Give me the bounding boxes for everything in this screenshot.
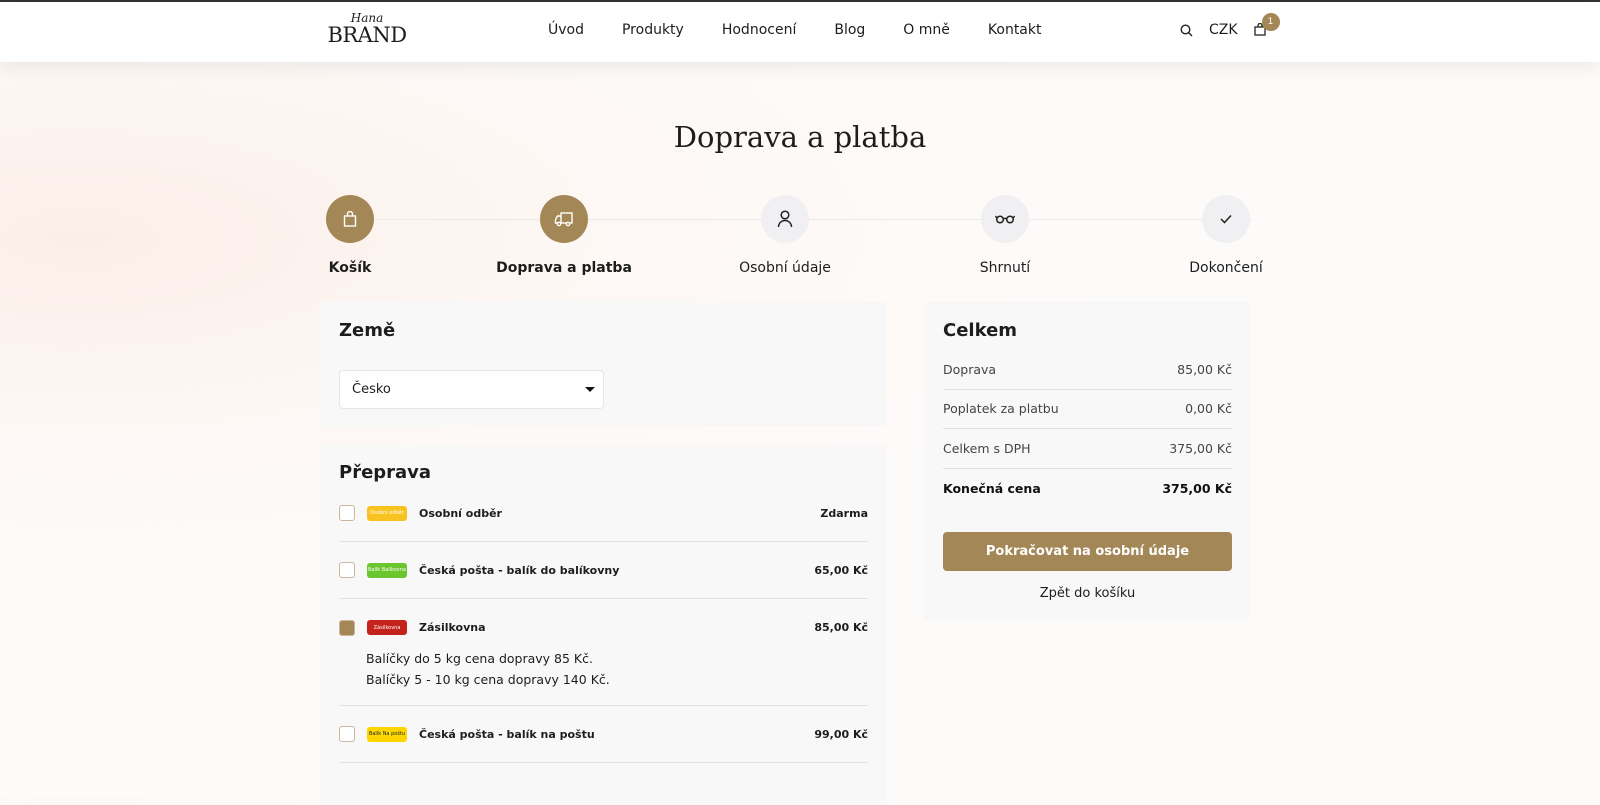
nav-uvod[interactable]: Úvod: [548, 22, 584, 38]
summary-card: Celkem Doprava 85,00 Kč Poplatek za platb…: [924, 302, 1250, 621]
balikovna-logo: Balík Balíkovna: [367, 562, 407, 578]
shipping-price: Zdarma: [820, 506, 868, 520]
zasilkovna-description: Balíčky do 5 kg cena dopravy 85 Kč. Balí…: [339, 648, 868, 706]
nav-hodnoceni[interactable]: Hodnocení: [722, 22, 797, 38]
nav-produkty[interactable]: Produkty: [622, 22, 684, 38]
shipping-price: 99,00 Kč: [814, 727, 868, 741]
site-header: Hana BRAND Úvod Produkty Hodnocení Blog …: [0, 2, 1600, 62]
step-label: Shrnutí: [979, 260, 1031, 276]
step-dokonceni[interactable]: Dokončení: [1146, 195, 1306, 276]
check-icon: [1220, 214, 1232, 224]
summary-row-celkem-dph: Celkem s DPH 375,00 Kč: [943, 429, 1232, 469]
shipping-checkbox[interactable]: [339, 505, 355, 521]
country-title: Země: [339, 320, 396, 341]
continue-button[interactable]: Pokračovat na osobní údaje: [943, 532, 1232, 571]
logo-brand: BRAND: [327, 23, 407, 47]
step-kosik[interactable]: Košík: [270, 195, 430, 276]
main-nav: Úvod Produkty Hodnocení Blog O mně Konta…: [548, 22, 1041, 38]
description-line: Balíčky 5 - 10 kg cena dopravy 140 Kč.: [366, 672, 610, 687]
shipping-name: Česká pošta - balík na poštu: [419, 727, 595, 741]
country-card: Země Česko: [320, 302, 887, 426]
nav-blog[interactable]: Blog: [834, 22, 865, 38]
checkout-steps: Košík Doprava a platba Osobní údaje Shrn…: [326, 195, 1276, 276]
shipping-price: 65,00 Kč: [814, 563, 868, 577]
shipping-option-zasilkovna[interactable]: Zásilkovna Zásilkovna 85,00 Kč: [339, 599, 868, 656]
shipping-name: Česká pošta - balík do balíkovny: [419, 563, 620, 577]
summary-title: Celkem: [943, 320, 1018, 341]
zasilkovna-logo: Zásilkovna: [367, 620, 407, 635]
summary-row-poplatek: Poplatek za platbu 0,00 Kč: [943, 390, 1232, 429]
search-icon[interactable]: [1180, 23, 1193, 37]
country-select[interactable]: Česko: [339, 370, 604, 409]
nav-kontakt[interactable]: Kontakt: [988, 22, 1042, 38]
back-to-cart-link[interactable]: Zpět do košíku: [943, 586, 1232, 601]
step-shrnuti[interactable]: Shrnutí: [925, 195, 1085, 276]
bag-icon: [343, 211, 357, 227]
shipping-price: 85,00 Kč: [814, 621, 868, 634]
shipping-option-balikovna[interactable]: Balík Balíkovna Česká pošta - balík do b…: [339, 542, 868, 599]
shipping-option-osobni-odber[interactable]: Osobní odběr Osobní odběr Zdarma: [339, 485, 868, 542]
step-doprava[interactable]: Doprava a platba: [484, 195, 644, 276]
step-label: Košík: [328, 260, 372, 276]
step-label: Dokončení: [1189, 260, 1263, 276]
summary-row-konecna-cena: Konečná cena 375,00 Kč: [943, 480, 1232, 496]
step-label: Doprava a platba: [496, 260, 632, 276]
cart-count-badge: 1: [1261, 13, 1280, 31]
na-postu-logo: Balík Na poštu: [367, 726, 407, 742]
glasses-icon: [995, 215, 1015, 224]
nav-o-mne[interactable]: O mně: [903, 22, 950, 38]
shipping-option-na-postu[interactable]: Balík Na poštu Česká pošta - balík na po…: [339, 706, 868, 763]
page-title: Doprava a platba: [673, 120, 927, 154]
shipping-checkbox[interactable]: [339, 562, 355, 578]
shipping-checkbox-checked[interactable]: [339, 619, 355, 636]
cart-button[interactable]: 1: [1253, 13, 1280, 37]
step-osobni-udaje[interactable]: Osobní údaje: [705, 195, 865, 276]
shipping-title: Přeprava: [339, 462, 432, 483]
shipping-name: Zásilkovna: [419, 621, 486, 634]
currency-selector[interactable]: CZK: [1209, 22, 1238, 38]
summary-row-doprava: Doprava 85,00 Kč: [943, 350, 1232, 390]
shipping-checkbox[interactable]: [339, 726, 355, 742]
step-label: Osobní údaje: [739, 260, 831, 276]
truck-icon: [554, 212, 573, 227]
shipping-card: Přeprava Osobní odběr Osobní odběr Zdarm…: [320, 445, 887, 805]
brand-logo[interactable]: Hana BRAND: [326, 12, 408, 46]
osobni-odber-logo: Osobní odběr: [367, 505, 407, 521]
user-icon: [777, 210, 793, 228]
shipping-name: Osobní odběr: [419, 506, 502, 520]
